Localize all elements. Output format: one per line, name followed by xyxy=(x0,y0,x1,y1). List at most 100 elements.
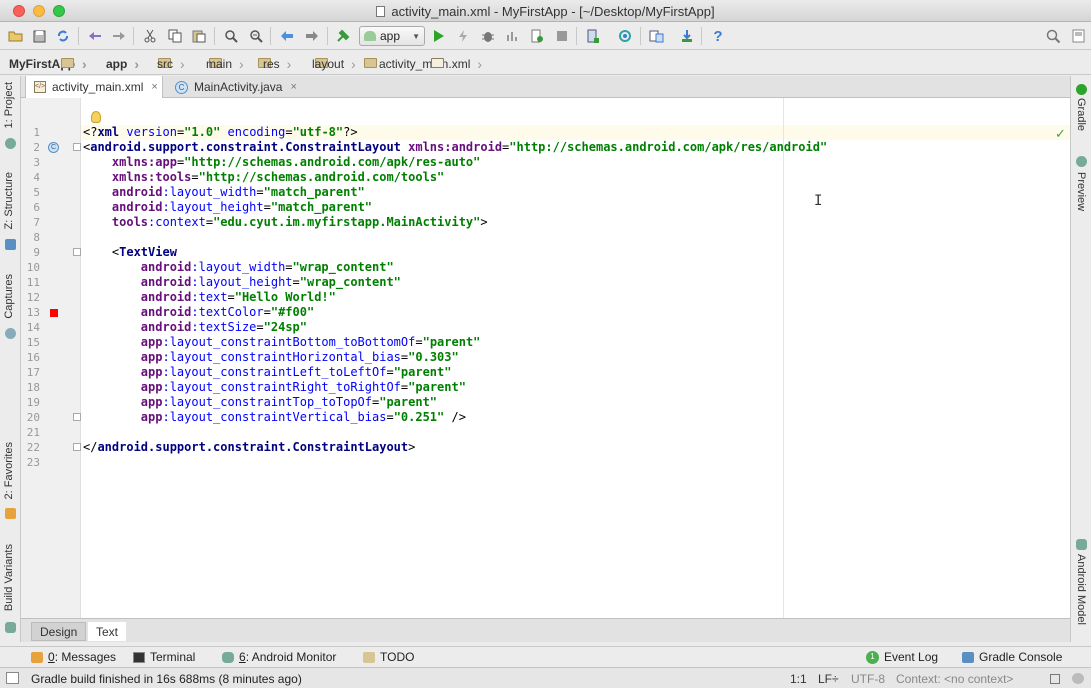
line-separator[interactable]: LF÷ xyxy=(818,672,839,686)
code-line[interactable]: 3 xmlns:app="http://schemas.android.com/… xyxy=(21,155,1070,170)
window-layout-icon[interactable] xyxy=(1069,27,1087,45)
fold-toggle-icon[interactable] xyxy=(73,248,81,256)
fold-toggle-icon[interactable] xyxy=(73,413,81,421)
tool-tab-android-monitor[interactable]: 6: Android Monitor xyxy=(222,650,336,664)
code-token: "wrap_content" xyxy=(299,275,401,289)
code-token: :layout_constraintVertical_bias xyxy=(162,410,387,424)
tool-tab-project[interactable]: 1: Project xyxy=(3,82,15,128)
project-structure-icon[interactable] xyxy=(647,27,665,45)
breadcrumb-item-layout[interactable]: layout › xyxy=(312,55,377,72)
back-icon[interactable] xyxy=(278,27,296,45)
avd-manager-icon[interactable] xyxy=(584,27,602,45)
code-line[interactable]: 6 android:layout_height="match_parent" xyxy=(21,200,1070,215)
code-line[interactable]: 11 android:layout_height="wrap_content" xyxy=(21,275,1070,290)
profile-icon[interactable] xyxy=(504,27,522,45)
tool-tab-structure[interactable]: Z: Structure xyxy=(3,172,15,229)
status-message[interactable]: Gradle build finished in 16s 688ms (8 mi… xyxy=(31,672,302,686)
code-line[interactable]: 8 xyxy=(21,230,1070,245)
code-line[interactable]: 5 android:layout_width="match_parent" xyxy=(21,185,1070,200)
caret-position[interactable]: 1:1 xyxy=(790,672,807,686)
close-icon[interactable]: × xyxy=(151,81,157,93)
debug-icon[interactable] xyxy=(479,27,497,45)
code-line[interactable]: 4 xmlns:tools="http://schemas.android.co… xyxy=(21,170,1070,185)
sdk-manager-icon[interactable] xyxy=(678,27,696,45)
cut-icon[interactable] xyxy=(141,27,159,45)
lock-icon[interactable] xyxy=(1050,674,1060,684)
lightbulb-icon[interactable] xyxy=(91,111,101,123)
code-line[interactable]: 10 android:layout_width="wrap_content" xyxy=(21,260,1070,275)
line-number: 8 xyxy=(33,231,40,244)
inspector-icon[interactable] xyxy=(1072,673,1084,684)
sync-icon[interactable] xyxy=(54,27,72,45)
fold-toggle-icon[interactable] xyxy=(73,443,81,451)
close-icon[interactable]: × xyxy=(290,81,296,93)
apply-changes-icon[interactable] xyxy=(454,27,472,45)
file-encoding[interactable]: UTF-8 xyxy=(851,672,885,686)
code-line[interactable]: 2 C <android.support.constraint.Constraint… xyxy=(21,140,1070,155)
tool-tab-android-model[interactable]: Android Model xyxy=(1075,554,1087,625)
context-indicator[interactable]: Context: <no context> xyxy=(896,672,1013,686)
stop-icon[interactable] xyxy=(553,27,571,45)
save-icon[interactable] xyxy=(30,27,48,45)
fold-toggle-icon[interactable] xyxy=(73,143,81,151)
replace-icon[interactable] xyxy=(247,27,265,45)
copy-icon[interactable] xyxy=(166,27,184,45)
code-line[interactable]: 18 app:layout_constraintRight_toRightOf=… xyxy=(21,380,1070,395)
run-icon[interactable] xyxy=(430,27,448,45)
tab-text[interactable]: Text xyxy=(88,622,127,641)
tool-tab-preview[interactable]: Preview xyxy=(1075,172,1087,211)
class-gutter-icon[interactable]: C xyxy=(48,142,59,153)
tab-design[interactable]: Design xyxy=(31,622,87,641)
code-line[interactable]: 1 <?xml version="1.0" encoding="utf-8"?> xyxy=(21,125,1070,140)
code-token: = xyxy=(256,320,264,334)
color-swatch-icon[interactable] xyxy=(50,309,58,317)
code-line[interactable]: 21 xyxy=(21,425,1070,440)
code-line[interactable]: 12 android:text="Hello World!" xyxy=(21,290,1070,305)
code-line[interactable]: 16 app:layout_constraintHorizontal_bias=… xyxy=(21,350,1070,365)
tool-tab-gradle-console[interactable]: Gradle Console xyxy=(962,650,1062,664)
tool-tab-build-variants[interactable]: Build Variants xyxy=(3,544,15,611)
find-icon[interactable] xyxy=(222,27,240,45)
attach-debugger-icon[interactable] xyxy=(528,27,546,45)
tool-tab-messages[interactable]: 0: Messages xyxy=(31,650,116,664)
toggle-tool-windows-icon[interactable] xyxy=(6,672,19,684)
code-line[interactable]: 14 android:textSize="24sp" xyxy=(21,320,1070,335)
paste-icon[interactable] xyxy=(190,27,208,45)
search-everywhere-icon[interactable] xyxy=(1044,27,1062,45)
tool-tab-gradle[interactable]: Gradle xyxy=(1075,98,1087,131)
tool-tab-event-log[interactable]: 1 Event Log xyxy=(866,650,938,664)
breadcrumb-item-src[interactable]: src › xyxy=(157,55,222,72)
forward-icon[interactable] xyxy=(303,27,321,45)
code-editor[interactable]: ✓ I 1 <?xml version="1.0" encoding="utf-8… xyxy=(21,98,1070,618)
code-line[interactable]: 19 app:layout_constraintTop_toTopOf="par… xyxy=(21,395,1070,410)
help-icon[interactable]: ? xyxy=(709,27,727,45)
sync-gradle-icon[interactable] xyxy=(616,27,634,45)
code-token: xmlns:app xyxy=(111,155,177,169)
build-icon[interactable] xyxy=(334,27,352,45)
code-line[interactable]: 13 android:textColor="#f00" xyxy=(21,305,1070,320)
code-line[interactable]: 17 app:layout_constraintLeft_toLeftOf="p… xyxy=(21,365,1070,380)
tab-activity-main-xml[interactable]: </> activity_main.xml × xyxy=(25,76,163,98)
code-line[interactable]: 15 app:layout_constraintBottom_toBottomO… xyxy=(21,335,1070,350)
breadcrumb-item-app[interactable]: app › xyxy=(106,55,171,72)
tool-tab-captures[interactable]: Captures xyxy=(3,274,15,319)
breadcrumb-item-main[interactable]: main › xyxy=(206,55,271,72)
code-line[interactable]: 20 app:layout_constraintVertical_bias="0… xyxy=(21,410,1070,425)
redo-icon[interactable] xyxy=(110,27,128,45)
tool-tab-terminal[interactable]: Terminal xyxy=(133,650,195,664)
breadcrumb-item-project[interactable]: MyFirstApp › xyxy=(9,55,87,72)
tool-tab-favorites[interactable]: 2: Favorites xyxy=(3,442,15,499)
tool-tab-todo[interactable]: TODO xyxy=(363,650,414,664)
breadcrumb-item-res[interactable]: res › xyxy=(263,55,328,72)
open-folder-icon[interactable] xyxy=(6,27,24,45)
undo-icon[interactable] xyxy=(86,27,104,45)
code-line[interactable]: 7 tools:context="edu.cyut.im.myfirstapp.… xyxy=(21,215,1070,230)
code-line[interactable]: 23 xyxy=(21,455,1070,470)
run-configuration-select[interactable]: app ▼ xyxy=(359,26,425,46)
code-line[interactable]: 22 </android.support.constraint.Constrain… xyxy=(21,440,1070,455)
tab-mainactivity-java[interactable]: C MainActivity.java × xyxy=(167,76,303,98)
breadcrumb-item-file[interactable]: activity_main.xml › xyxy=(379,55,482,72)
code-line[interactable]: 9 <TextView xyxy=(21,245,1070,260)
